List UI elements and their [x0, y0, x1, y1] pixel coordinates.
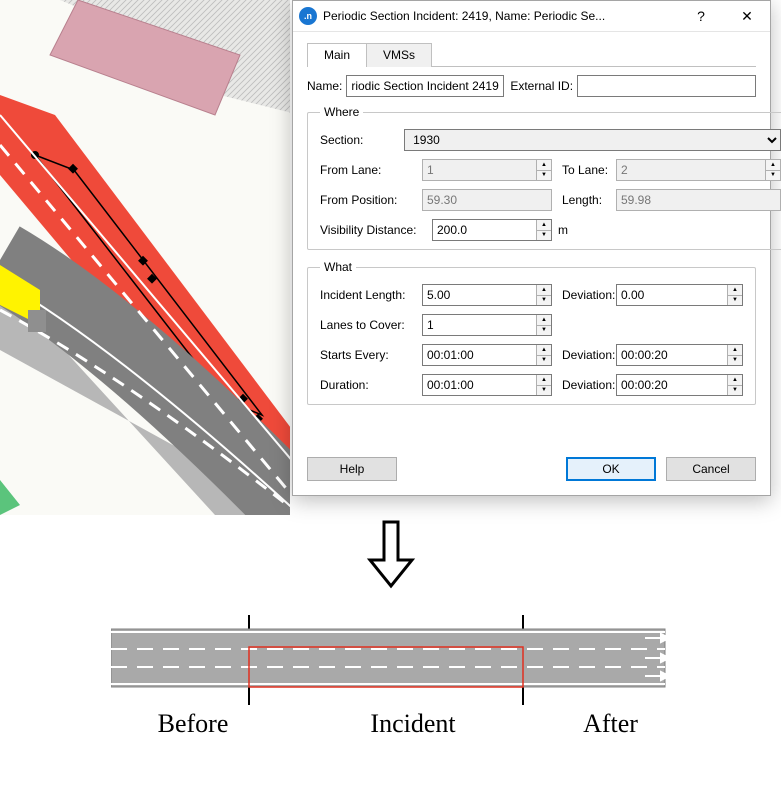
name-row: Name: External ID: — [307, 75, 756, 97]
starts-dev-stepper[interactable]: ▲▼ — [727, 345, 742, 365]
starts-dev-label: Deviation: — [552, 348, 616, 362]
visibility-unit: m — [558, 223, 568, 237]
external-id-label: External ID: — [510, 79, 573, 93]
starts-dev-input[interactable] — [616, 344, 743, 366]
incident-length-dev-input[interactable] — [616, 284, 743, 306]
explanatory-diagram: Before Incident After — [0, 520, 781, 739]
duration-dev-label: Deviation: — [552, 378, 616, 392]
map-svg — [0, 0, 290, 515]
incident-length-input[interactable] — [422, 284, 552, 306]
label-after: After — [551, 709, 671, 739]
to-lane-input[interactable] — [616, 159, 781, 181]
section-select[interactable]: 1930 — [404, 129, 781, 151]
from-lane-label: From Lane: — [320, 163, 422, 177]
incident-length-label: Incident Length: — [320, 288, 422, 302]
duration-input[interactable] — [422, 374, 552, 396]
visibility-label: Visibility Distance: — [320, 223, 432, 237]
label-incident: Incident — [276, 709, 551, 739]
duration-dev-input[interactable] — [616, 374, 743, 396]
lanes-cover-label: Lanes to Cover: — [320, 318, 422, 332]
length-label: Length: — [552, 193, 616, 207]
from-lane-input[interactable] — [422, 159, 552, 181]
label-before: Before — [111, 709, 276, 739]
diagram-labels: Before Incident After — [0, 709, 781, 739]
what-group: What Incident Length: ▲▼ Deviation: ▲▼ L… — [307, 260, 756, 405]
titlebar[interactable]: .n Periodic Section Incident: 2419, Name… — [293, 1, 770, 32]
ok-button[interactable]: OK — [566, 457, 656, 481]
to-lane-label: To Lane: — [552, 163, 616, 177]
from-position-label: From Position: — [320, 193, 422, 207]
incident-length-dev-label: Deviation: — [552, 288, 616, 302]
cancel-button[interactable]: Cancel — [666, 457, 756, 481]
incident-length-stepper[interactable]: ▲▼ — [536, 285, 551, 305]
visibility-stepper[interactable]: ▲▼ — [536, 220, 551, 240]
starts-every-label: Starts Every: — [320, 348, 422, 362]
starts-every-stepper[interactable]: ▲▼ — [536, 345, 551, 365]
arrow-down-icon — [0, 520, 781, 590]
name-input[interactable] — [346, 75, 504, 97]
app-icon: .n — [299, 7, 317, 25]
incident-length-dev-stepper[interactable]: ▲▼ — [727, 285, 742, 305]
duration-dev-stepper[interactable]: ▲▼ — [727, 375, 742, 395]
map-background — [0, 0, 290, 515]
section-label: Section: — [320, 133, 404, 147]
what-legend: What — [320, 260, 356, 274]
road-diagram — [0, 615, 781, 705]
tab-vmss[interactable]: VMSs — [366, 43, 432, 67]
from-position-input — [422, 189, 552, 211]
dialog-button-row: Help OK Cancel — [307, 457, 756, 481]
duration-label: Duration: — [320, 378, 422, 392]
length-input — [616, 189, 781, 211]
close-button[interactable]: ✕ — [724, 1, 770, 32]
duration-stepper[interactable]: ▲▼ — [536, 375, 551, 395]
where-legend: Where — [320, 105, 363, 119]
visibility-input[interactable] — [432, 219, 552, 241]
lanes-cover-input[interactable] — [422, 314, 552, 336]
lanes-cover-stepper[interactable]: ▲▼ — [536, 315, 551, 335]
external-id-input[interactable] — [577, 75, 756, 97]
help-dialog-button[interactable]: Help — [307, 457, 397, 481]
where-group: Where Section: 1930 From Lane: ▲▼ To Lan… — [307, 105, 781, 250]
to-lane-stepper[interactable]: ▲▼ — [765, 160, 780, 180]
dialog-body: Main VMSs Name: External ID: Where Secti… — [293, 32, 770, 495]
from-lane-stepper[interactable]: ▲▼ — [536, 160, 551, 180]
dialog-periodic-section-incident: .n Periodic Section Incident: 2419, Name… — [292, 0, 771, 496]
tab-bar: Main VMSs — [307, 42, 756, 67]
starts-every-input[interactable] — [422, 344, 552, 366]
window-title: Periodic Section Incident: 2419, Name: P… — [323, 9, 678, 23]
help-button[interactable]: ? — [678, 1, 724, 32]
name-label: Name: — [307, 79, 342, 93]
tab-main[interactable]: Main — [307, 43, 367, 67]
